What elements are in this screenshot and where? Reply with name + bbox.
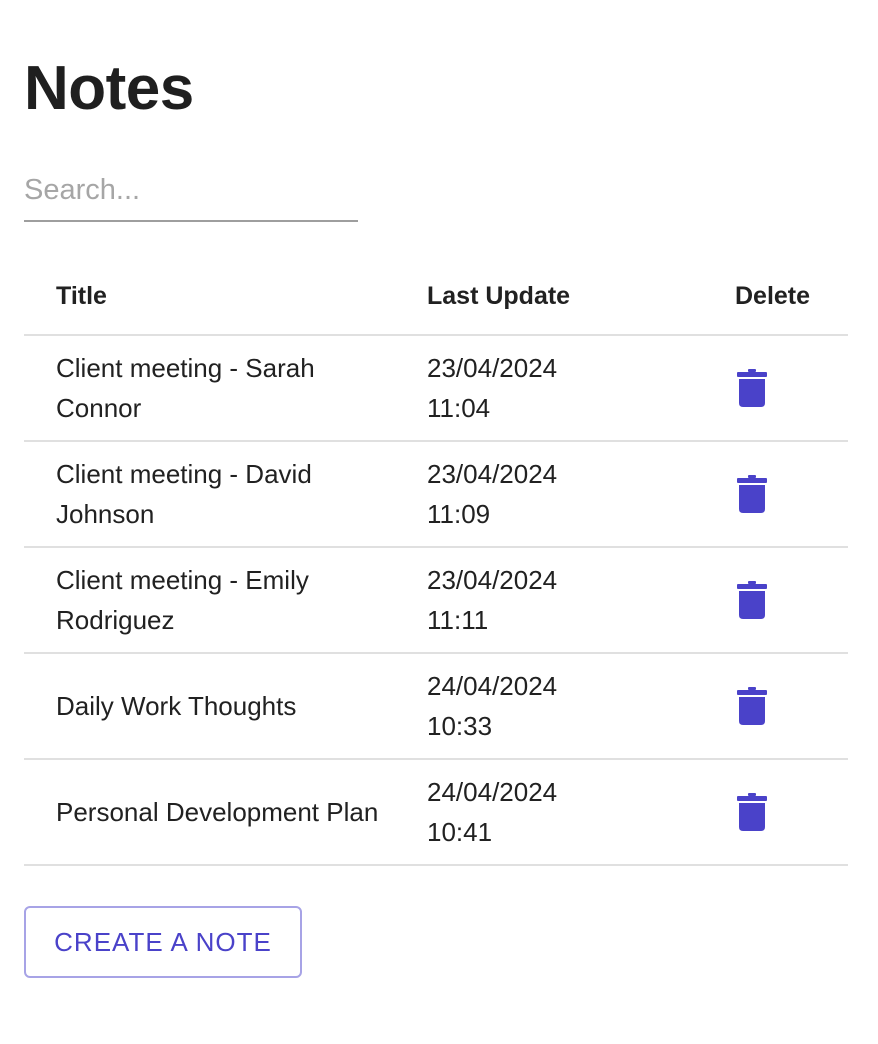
delete-note-button[interactable] <box>724 360 780 416</box>
trash-icon <box>737 475 767 513</box>
column-header-title[interactable]: Title <box>56 282 107 311</box>
table-row[interactable]: Daily Work Thoughts 24/04/2024 10:33 <box>24 654 848 760</box>
note-date: 24/04/2024 <box>427 671 558 701</box>
delete-note-button[interactable] <box>724 466 780 522</box>
table-row[interactable]: Personal Development Plan 24/04/2024 10:… <box>24 760 848 866</box>
note-date: 23/04/2024 <box>427 353 558 383</box>
note-last-update: 24/04/2024 10:41 <box>427 772 627 852</box>
delete-note-button[interactable] <box>724 784 780 840</box>
create-note-button[interactable]: CREATE A NOTE <box>24 906 302 978</box>
note-date: 24/04/2024 <box>427 777 558 807</box>
trash-icon <box>737 687 767 725</box>
note-last-update: 24/04/2024 10:33 <box>427 666 627 746</box>
note-date: 23/04/2024 <box>427 565 558 595</box>
note-last-update: 23/04/2024 11:11 <box>427 560 627 640</box>
note-time: 11:04 <box>427 393 491 423</box>
column-header-delete: Delete <box>735 282 811 310</box>
note-last-update: 23/04/2024 11:04 <box>427 348 627 428</box>
note-time: 10:33 <box>427 711 493 741</box>
note-title[interactable]: Daily Work Thoughts <box>56 686 386 726</box>
delete-note-button[interactable] <box>724 572 780 628</box>
search-input[interactable] <box>24 168 358 212</box>
table-header: Title Last Update Delete <box>24 262 848 336</box>
notes-table: Title Last Update Delete Client meeting … <box>24 262 848 866</box>
trash-icon <box>737 793 767 831</box>
trash-icon <box>737 581 767 619</box>
note-title[interactable]: Client meeting - Emily Rodriguez <box>56 560 386 640</box>
search-field[interactable] <box>24 164 358 222</box>
note-title[interactable]: Personal Development Plan <box>56 792 386 832</box>
table-row[interactable]: Client meeting - Sarah Connor 23/04/2024… <box>24 336 848 442</box>
page-title: Notes <box>24 54 194 123</box>
note-title[interactable]: Client meeting - David Johnson <box>56 454 386 534</box>
delete-note-button[interactable] <box>724 678 780 734</box>
note-time: 11:09 <box>427 499 491 529</box>
note-time: 11:11 <box>427 605 489 635</box>
note-title[interactable]: Client meeting - Sarah Connor <box>56 348 386 428</box>
note-time: 10:41 <box>427 817 493 847</box>
trash-icon <box>737 369 767 407</box>
column-header-last-update[interactable]: Last Update <box>427 282 570 311</box>
note-date: 23/04/2024 <box>427 459 558 489</box>
note-last-update: 23/04/2024 11:09 <box>427 454 627 534</box>
table-row[interactable]: Client meeting - Emily Rodriguez 23/04/2… <box>24 548 848 654</box>
table-row[interactable]: Client meeting - David Johnson 23/04/202… <box>24 442 848 548</box>
